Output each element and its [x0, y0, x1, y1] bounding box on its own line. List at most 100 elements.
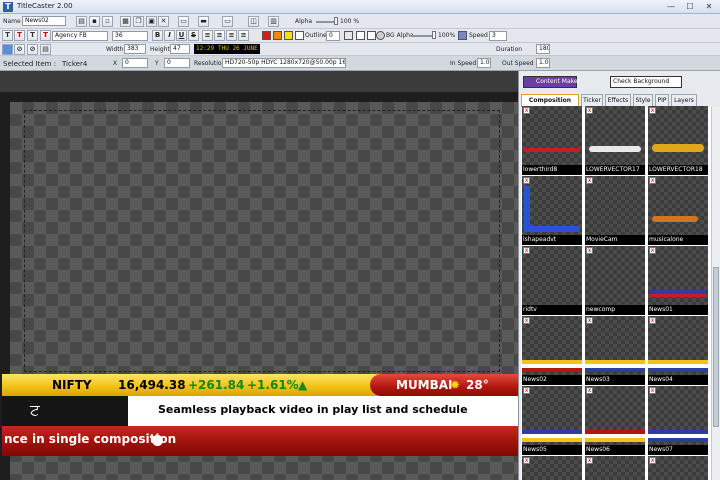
duration-field[interactable]: 180: [536, 44, 550, 54]
headline-bar[interactable]: ਟ Seamless playback video in play list a…: [2, 396, 518, 426]
market-ticker-bar[interactable]: NIFTY 16,494.38 +261.84 +1.61% ▲ MUMBAI …: [2, 374, 520, 396]
alpha-slider[interactable]: [316, 21, 336, 23]
align-center-icon[interactable]: ◫: [248, 16, 259, 27]
composition-tile[interactable]: x News05: [522, 386, 582, 456]
bg-alpha-slider-knob[interactable]: [432, 31, 436, 39]
color-swatch-orange[interactable]: [273, 31, 282, 40]
height-field[interactable]: 47: [170, 44, 190, 54]
x-field[interactable]: 0: [122, 58, 148, 68]
align-center-text-icon[interactable]: ≡: [214, 30, 225, 41]
font-select[interactable]: Agency FB: [52, 31, 108, 41]
remove-icon[interactable]: x: [523, 457, 530, 464]
width-field[interactable]: 383: [124, 44, 146, 54]
copy-icon[interactable]: ❐: [133, 16, 144, 27]
scrollbar-thumb[interactable]: [713, 267, 719, 427]
remove-icon[interactable]: x: [523, 177, 530, 184]
italic-button[interactable]: I: [164, 30, 175, 41]
edit-icon[interactable]: ⊘: [14, 44, 25, 55]
remove-icon[interactable]: x: [649, 107, 656, 114]
align-right-icon[interactable]: ≡: [226, 30, 237, 41]
composition-tile[interactable]: x News03: [585, 316, 645, 386]
remove-icon[interactable]: x: [586, 317, 593, 324]
resolution-select[interactable]: HD720-50p HDYC 1280x720@50.00p 16:9: [222, 58, 346, 68]
remove-icon[interactable]: x: [649, 177, 656, 184]
remove-icon[interactable]: x: [649, 457, 656, 464]
remove-icon[interactable]: x: [586, 457, 593, 464]
composition-tile[interactable]: x lowerthird8: [522, 106, 582, 176]
minimize-button[interactable]: —: [664, 2, 678, 12]
bg-color-swatch[interactable]: [367, 31, 376, 40]
text-shadow-icon[interactable]: T: [27, 30, 38, 41]
composition-tile[interactable]: x News01: [648, 246, 708, 316]
outline-color-swatch[interactable]: [344, 31, 353, 40]
image-icon[interactable]: [2, 44, 13, 55]
remove-icon[interactable]: x: [586, 177, 593, 184]
align-top-icon[interactable]: ▭: [178, 16, 189, 27]
color-swatch-red[interactable]: [262, 31, 271, 40]
composition-tile[interactable]: x ridtv: [522, 246, 582, 316]
maximize-button[interactable]: ☐: [683, 2, 697, 12]
remove-icon[interactable]: x: [523, 387, 530, 394]
color-swatch-yellow[interactable]: [284, 31, 293, 40]
remove-icon[interactable]: x: [586, 247, 593, 254]
composition-tile[interactable]: x LOWERVECTOR18: [648, 106, 708, 176]
remove-icon[interactable]: x: [523, 107, 530, 114]
panel-scrollbar[interactable]: [711, 107, 720, 480]
font-size-select[interactable]: 36: [112, 31, 148, 41]
delete-icon[interactable]: ✕: [158, 16, 169, 27]
justify-icon[interactable]: ≡: [238, 30, 249, 41]
save-icon[interactable]: ▪: [89, 16, 100, 27]
composition-tile[interactable]: x MovieCam: [585, 176, 645, 246]
composition-tile[interactable]: x News06: [585, 386, 645, 456]
text-color-icon[interactable]: T: [14, 30, 25, 41]
bg-alpha-slider[interactable]: [412, 35, 434, 37]
composition-tile[interactable]: x lshapeadvt: [522, 176, 582, 246]
remove-icon[interactable]: x: [586, 107, 593, 114]
bold-button[interactable]: B: [152, 30, 163, 41]
clock-date[interactable]: THU 26 JUNE: [216, 44, 260, 54]
composition-tile[interactable]: x News07: [648, 386, 708, 456]
align-left-icon[interactable]: ≡: [202, 30, 213, 41]
remove-icon[interactable]: x: [649, 317, 656, 324]
outline-field[interactable]: 0: [326, 31, 340, 41]
layer-icon[interactable]: ▤: [40, 44, 51, 55]
out-speed-field[interactable]: 1.00: [536, 58, 550, 68]
name-field[interactable]: News02: [22, 16, 66, 26]
composition-tile[interactable]: x musicalone: [648, 176, 708, 246]
text-icon[interactable]: T: [2, 30, 13, 41]
y-field[interactable]: 0: [164, 58, 190, 68]
text-style-icon[interactable]: T: [40, 30, 51, 41]
new-file-icon[interactable]: ▤: [76, 16, 87, 27]
close-button[interactable]: ✕: [702, 2, 716, 12]
crawl-bar[interactable]: nce in single composition: [2, 426, 518, 456]
composition-tile[interactable]: x: [585, 456, 645, 480]
align-middle-icon[interactable]: ▬: [198, 16, 209, 27]
remove-icon[interactable]: x: [649, 387, 656, 394]
alpha-slider-knob[interactable]: [334, 17, 338, 25]
composition-tile[interactable]: x LOWERVECTOR17: [585, 106, 645, 176]
remove-icon[interactable]: x: [523, 247, 530, 254]
distribute-icon[interactable]: ▥: [268, 16, 279, 27]
check-background-button[interactable]: Check Background: [610, 76, 682, 88]
composition-tile[interactable]: x: [522, 456, 582, 480]
composition-tile[interactable]: x News02: [522, 316, 582, 386]
composition-tile[interactable]: x newcomp: [585, 246, 645, 316]
remove-icon[interactable]: x: [523, 317, 530, 324]
composition-tile[interactable]: x News04: [648, 316, 708, 386]
in-speed-field[interactable]: 1.00: [477, 58, 491, 68]
underline-button[interactable]: U: [176, 30, 187, 41]
speed-field[interactable]: 3: [489, 31, 507, 41]
clock-time[interactable]: 12:29: [194, 44, 217, 54]
content-maker-button[interactable]: Content Maker: [523, 76, 580, 88]
paste-icon[interactable]: ▣: [146, 16, 157, 27]
link-icon[interactable]: ⊘: [27, 44, 38, 55]
outline-color-swatch-2[interactable]: [356, 31, 365, 40]
remove-icon[interactable]: x: [649, 247, 656, 254]
remove-icon[interactable]: x: [586, 387, 593, 394]
color-swatch-white[interactable]: [295, 31, 304, 40]
open-icon[interactable]: ▦: [120, 16, 131, 27]
strike-button[interactable]: S: [188, 30, 199, 41]
save-as-icon[interactable]: ▫: [102, 16, 113, 27]
composition-tile[interactable]: x: [648, 456, 708, 480]
align-bottom-icon[interactable]: ▭: [222, 16, 233, 27]
